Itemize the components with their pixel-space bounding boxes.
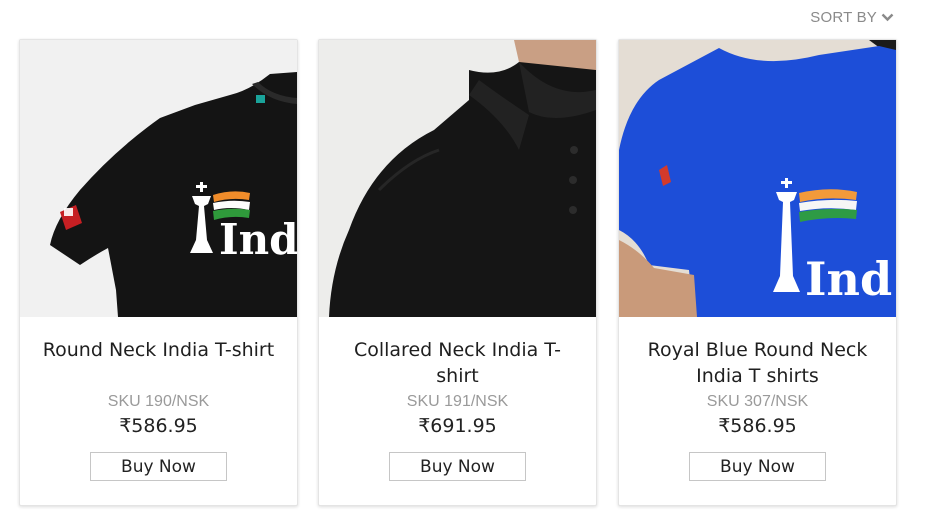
product-price: ₹586.95 (718, 415, 797, 437)
buy-now-button[interactable]: Buy Now (90, 452, 227, 481)
product-image[interactable]: Ind (619, 40, 896, 317)
buy-now-button[interactable]: Buy Now (689, 452, 826, 481)
product-price: ₹691.95 (418, 415, 497, 437)
product-price: ₹586.95 (119, 415, 198, 437)
sort-by-label: SORT BY (810, 8, 877, 26)
product-sku: SKU 190/NSK (107, 393, 210, 410)
product-image[interactable] (319, 40, 596, 317)
product-sku: SKU 307/NSK (706, 393, 809, 410)
product-title[interactable]: Round Neck India T-shirt (40, 337, 277, 363)
buy-now-button[interactable]: Buy Now (389, 452, 526, 481)
product-title[interactable]: Royal Blue Round Neck India T shirts (639, 337, 876, 389)
chevron-down-icon (881, 13, 894, 21)
product-sku: SKU 191/NSK (406, 393, 509, 410)
india-print-text: Indi (219, 215, 297, 264)
sort-by-dropdown[interactable]: SORT BY (810, 8, 894, 26)
product-image[interactable]: Indi (20, 40, 297, 317)
product-title[interactable]: Collared Neck India T-shirt (339, 337, 576, 389)
product-card[interactable]: Ind Royal Blue Round Neck India T shirts… (618, 39, 897, 506)
india-print-text: Ind (805, 252, 892, 306)
product-card[interactable]: Indi Round Neck India T-shirt SKU 190/NS… (19, 39, 298, 506)
product-card[interactable]: Collared Neck India T-shirt SKU 191/NSK … (318, 39, 597, 506)
